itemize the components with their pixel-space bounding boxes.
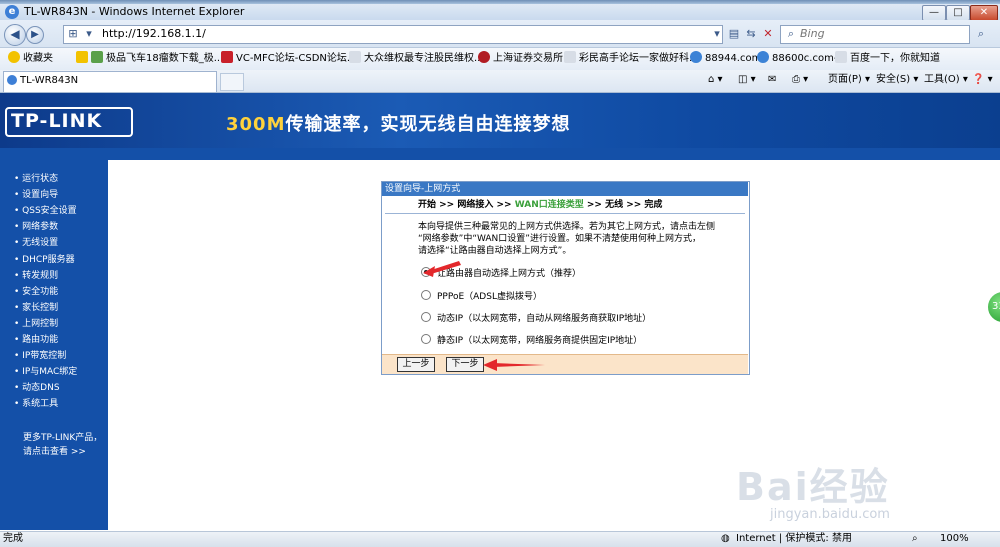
address-url[interactable]: http://192.168.1.1/ <box>102 27 206 41</box>
compat-view-icon[interactable]: ▤ <box>727 27 741 41</box>
site-icon <box>91 51 103 63</box>
feeds-icon[interactable]: ◫ ▾ <box>738 73 756 87</box>
current-step: WAN口连接类型 <box>514 200 584 210</box>
window-title: TL-WR843N - Windows Internet Explorer <box>24 5 245 18</box>
wizard-desc-1: 本向导提供三种最常见的上网方式供选择。若为其它上网方式，请点击左侧 <box>418 222 716 232</box>
sidebar-item[interactable]: • DHCP服务器 <box>14 254 75 267</box>
fav-item-5[interactable]: 彩民高手论坛一家做好科... <box>564 51 699 67</box>
sidebar-item[interactable]: • 设置向导 <box>14 189 58 202</box>
sidebar-item[interactable]: • 上网控制 <box>14 318 58 331</box>
sidebar-item[interactable]: • 网络参数 <box>14 221 58 234</box>
watermark-url: jingyan.baidu.com <box>770 507 890 522</box>
sse-icon <box>478 51 490 63</box>
sidebar-item[interactable]: • 转发规则 <box>14 270 58 283</box>
print-icon[interactable]: ⎙ ▾ <box>792 73 808 87</box>
sidebar-item[interactable]: • IP与MAC绑定 <box>14 366 77 379</box>
search-placeholder: Bing <box>800 27 825 40</box>
tab-ie-icon <box>7 75 17 85</box>
wizard-steps: 开始 >> 网络接入 >> WAN口连接类型 >> 无线 >> 完成 <box>418 200 663 210</box>
star-icon <box>8 51 20 63</box>
address-dropdown-icon[interactable]: ▾ <box>710 27 724 41</box>
sidebar-item[interactable]: • 路由功能 <box>14 334 58 347</box>
zoom-level[interactable]: 100% <box>940 532 969 545</box>
back-arrow-icon: ◀ <box>10 27 20 41</box>
tools-menu[interactable]: 工具(O) ▾ <box>924 73 968 87</box>
prev-button[interactable]: 上一步 <box>397 357 435 372</box>
ie-page-icon <box>757 51 769 63</box>
fav-item-7[interactable]: 88600c.com- <box>757 51 837 67</box>
page-icon: ⊞ <box>68 27 78 40</box>
help-menu[interactable]: ❓ ▾ <box>972 73 993 87</box>
ie-logo-icon: e <box>5 5 19 19</box>
red-arrow-icon <box>483 359 545 371</box>
option-dynamic-ip[interactable]: 动态IP（以太网宽带，自动从网络服务商获取IP地址） <box>421 312 651 326</box>
stop-icon[interactable]: ✕ <box>761 27 775 41</box>
fav-item-3[interactable]: 大众维权最专注股民维权... <box>349 51 484 67</box>
sidebar-item[interactable]: • 系统工具 <box>14 398 58 411</box>
safety-menu[interactable]: 安全(S) ▾ <box>876 73 918 87</box>
fav-item-8[interactable]: 百度一下，你就知道 <box>835 51 940 67</box>
favorites-button[interactable]: 收藏夹 <box>8 51 53 67</box>
sidebar-item[interactable]: • QSS安全设置 <box>14 205 77 218</box>
red-arrow-icon <box>423 261 461 277</box>
tab-label[interactable]: TL-WR843N <box>20 74 78 88</box>
status-text: 完成 <box>3 533 23 544</box>
sidebar-item[interactable]: • 运行状态 <box>14 173 58 186</box>
wizard-desc-2: “网络参数”中“WAN口设置”进行设置。如果不清楚使用何种上网方式， <box>418 234 701 244</box>
back-button[interactable]: ◀ <box>4 24 26 46</box>
refresh-icon[interactable]: ⇆ <box>744 27 758 41</box>
maximize-button[interactable]: □ <box>946 5 970 21</box>
more-products-link[interactable]: 更多TP-LINK产品， 请点击查看 >> <box>23 431 102 459</box>
forward-arrow-icon: ▶ <box>31 29 39 40</box>
radio-dynamic-ip[interactable] <box>421 312 431 322</box>
mail-icon[interactable]: ✉ <box>768 73 776 87</box>
wizard-desc-3: 请选择“让路由器自动选择上网方式”。 <box>418 246 572 256</box>
sidebar-item[interactable]: • 安全功能 <box>14 286 58 299</box>
globe-icon: ◍ <box>721 533 730 544</box>
add-fav-icon <box>76 51 88 63</box>
option-static-ip[interactable]: 静态IP（以太网宽带，网络服务商提供固定IP地址） <box>421 334 642 348</box>
page-icon <box>349 51 361 63</box>
sidebar-item[interactable]: • 动态DNS <box>14 382 60 395</box>
sidebar-item[interactable]: • IP带宽控制 <box>14 350 66 363</box>
radio-pppoe[interactable] <box>421 290 431 300</box>
page-icon <box>564 51 576 63</box>
tplink-logo: TP-LINK <box>11 110 103 132</box>
search-icon[interactable]: ⌕ <box>974 27 988 41</box>
new-tab-button[interactable] <box>220 73 244 91</box>
zone-status: Internet | 保护模式: 禁用 <box>736 533 852 544</box>
header-band <box>0 148 1000 160</box>
chevron-down-icon[interactable]: ▾ <box>82 27 96 41</box>
sidebar-item[interactable]: • 无线设置 <box>14 237 58 250</box>
ie-page-icon <box>690 51 702 63</box>
sidebar-item[interactable]: • 家长控制 <box>14 302 58 315</box>
next-button[interactable]: 下一步 <box>446 357 484 372</box>
minimize-button[interactable]: — <box>922 5 946 21</box>
close-button[interactable]: ✕ <box>970 5 998 21</box>
csdn-icon <box>221 51 233 63</box>
wizard-footer <box>382 354 748 374</box>
divider <box>385 213 745 214</box>
fav-item-2[interactable]: VC-MFC论坛-CSDN论坛... <box>221 51 356 67</box>
zoom-icon: ⌕ <box>912 533 918 544</box>
fav-item-6[interactable]: 88944.com- <box>690 51 765 67</box>
home-icon[interactable]: ⌂ ▾ <box>708 73 723 87</box>
option-pppoe[interactable]: PPPoE（ADSL虚拟拨号） <box>421 290 542 304</box>
page-icon <box>835 51 847 63</box>
wizard-title: 设置向导-上网方式 <box>385 184 461 194</box>
forward-button[interactable]: ▶ <box>26 26 44 44</box>
page-menu[interactable]: 页面(P) ▾ <box>828 73 870 87</box>
search-engine-icon: ⌕ <box>787 27 795 40</box>
fav-item-1[interactable]: 极品飞车18瘤数下载_极... <box>76 51 223 67</box>
banner-slogan: 300M传输速率，实现无线自由连接梦想 <box>226 114 571 135</box>
fav-item-4[interactable]: 上海证券交易所 <box>478 51 563 67</box>
watermark: Bai经验 <box>736 465 890 509</box>
radio-static-ip[interactable] <box>421 334 431 344</box>
